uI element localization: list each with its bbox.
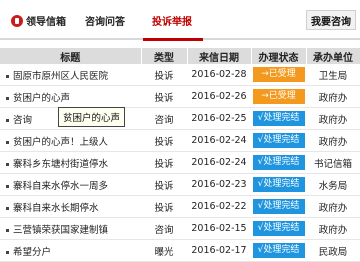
bullet-icon bbox=[6, 250, 9, 254]
row-title-link[interactable]: 咨询 bbox=[13, 115, 32, 126]
row-status-cell: √处理完结 bbox=[251, 217, 306, 240]
status-badge: √处理完结 bbox=[252, 243, 305, 258]
mail-logo-icon bbox=[11, 14, 23, 27]
row-status-cell: √处理完结 bbox=[251, 151, 306, 174]
row-date: 2016-02-25 bbox=[187, 107, 251, 130]
table-row[interactable]: 贫困户的心声！上级人 投诉 2016-02-24 √处理完结 政府办 bbox=[0, 129, 360, 152]
row-type: 投诉 bbox=[141, 173, 187, 196]
row-title-link[interactable]: 寨科乡东塘村街道停水 bbox=[13, 159, 108, 170]
row-title-cell[interactable]: 固原市原州区人民医院 bbox=[0, 64, 141, 86]
row-title-cell[interactable]: 贫困户的心声 bbox=[0, 85, 141, 108]
row-date: 2016-02-26 bbox=[187, 85, 251, 108]
row-status-cell: √处理完结 bbox=[251, 107, 306, 130]
row-unit: 政府办 bbox=[306, 85, 360, 108]
header-status: 办理状态 bbox=[251, 48, 307, 64]
bullet-icon bbox=[6, 206, 9, 210]
row-unit: 政府办 bbox=[306, 195, 360, 218]
table-header-row: 标题 类型 来信日期 办理状态 承办单位 bbox=[0, 48, 360, 64]
row-title-cell[interactable]: 三营镇荣获国家建制镇 bbox=[0, 217, 141, 240]
tab-complaint-report[interactable]: 投诉举报 bbox=[152, 13, 192, 28]
status-badge: √处理完结 bbox=[252, 199, 305, 214]
row-unit: 民政局 bbox=[306, 239, 360, 262]
table-row[interactable]: 寨科自来水停水一周多 投诉 2016-02-23 √处理完结 水务局 bbox=[0, 173, 360, 196]
row-date: 2016-02-28 bbox=[187, 64, 251, 86]
bullet-icon bbox=[6, 118, 9, 122]
row-status-cell: √处理完结 bbox=[251, 173, 306, 196]
row-type: 曝光 bbox=[141, 239, 187, 262]
row-title-cell[interactable]: 希望分户 bbox=[0, 239, 141, 262]
row-date: 2016-02-24 bbox=[187, 151, 251, 174]
tab-bar: 领导信箱 咨询问答 投诉举报 我要咨询 bbox=[0, 0, 360, 41]
row-title-link[interactable]: 希望分户 bbox=[13, 247, 51, 258]
row-unit: 书记信箱 bbox=[306, 151, 360, 174]
header-unit: 承办单位 bbox=[306, 48, 360, 64]
row-type: 咨询 bbox=[141, 107, 187, 130]
tab-label: 投诉举报 bbox=[152, 17, 192, 28]
tab-leader-mailbox[interactable]: 领导信箱 bbox=[11, 13, 66, 28]
row-date: 2016-02-23 bbox=[187, 173, 251, 196]
tab-consult-qa[interactable]: 咨询问答 bbox=[85, 13, 125, 28]
row-title-link[interactable]: 贫困户的心声！上级人 bbox=[13, 137, 108, 148]
status-badge: →已受理 bbox=[252, 67, 305, 82]
status-badge: √处理完结 bbox=[252, 155, 305, 170]
bullet-icon bbox=[6, 184, 9, 188]
row-unit: 政府办 bbox=[306, 107, 360, 130]
bullet-icon bbox=[6, 96, 9, 100]
bullet-icon bbox=[6, 228, 9, 232]
tab-label: 咨询问答 bbox=[85, 17, 125, 28]
header-type: 类型 bbox=[141, 48, 188, 64]
bullet-icon bbox=[6, 140, 9, 144]
row-status-cell: √处理完结 bbox=[251, 129, 306, 152]
row-type: 投诉 bbox=[141, 195, 187, 218]
row-type: 投诉 bbox=[141, 64, 187, 86]
bullet-icon bbox=[6, 74, 9, 78]
title-tooltip: 贫困户的心声 bbox=[58, 107, 126, 127]
bullet-icon bbox=[6, 162, 9, 166]
row-status-cell: →已受理 bbox=[251, 85, 306, 108]
row-title-link[interactable]: 贫困户的心声 bbox=[13, 93, 70, 104]
row-title-link[interactable]: 寨科自来水长期停水 bbox=[13, 203, 99, 214]
row-date: 2016-02-15 bbox=[187, 217, 251, 240]
table-row[interactable]: 三营镇荣获国家建制镇 咨询 2016-02-15 √处理完结 政府办 bbox=[0, 217, 360, 240]
row-type: 投诉 bbox=[141, 85, 187, 108]
row-title-cell[interactable]: 寨科乡东塘村街道停水 bbox=[0, 151, 141, 174]
row-date: 2016-02-22 bbox=[187, 195, 251, 218]
table-row[interactable]: 固原市原州区人民医院 投诉 2016-02-28 →已受理 卫生局 bbox=[0, 64, 360, 86]
table-row[interactable]: 希望分户 曝光 2016-02-17 √处理完结 民政局 bbox=[0, 239, 360, 262]
header-date: 来信日期 bbox=[187, 48, 252, 64]
row-type: 咨询 bbox=[141, 217, 187, 240]
active-tab-indicator bbox=[143, 38, 203, 41]
consult-button[interactable]: 我要咨询 bbox=[306, 10, 356, 30]
row-title-cell[interactable]: 寨科自来水长期停水 bbox=[0, 195, 141, 218]
row-type: 投诉 bbox=[141, 151, 187, 174]
status-badge: √处理完结 bbox=[252, 133, 305, 148]
row-title-cell[interactable]: 寨科自来水停水一周多 bbox=[0, 173, 141, 196]
row-title-link[interactable]: 寨科自来水停水一周多 bbox=[13, 181, 108, 192]
row-unit: 政府办 bbox=[306, 217, 360, 240]
table-row[interactable]: 寨科乡东塘村街道停水 投诉 2016-02-24 √处理完结 书记信箱 bbox=[0, 151, 360, 174]
row-status-cell: →已受理 bbox=[251, 64, 306, 86]
row-date: 2016-02-24 bbox=[187, 129, 251, 152]
table-row[interactable]: 贫困户的心声 投诉 2016-02-26 →已受理 政府办 bbox=[0, 85, 360, 108]
tab-label: 领导信箱 bbox=[26, 17, 66, 28]
row-type: 投诉 bbox=[141, 129, 187, 152]
complaints-table: 标题 类型 来信日期 办理状态 承办单位 固原市原州区人民医院 投诉 2016-02… bbox=[0, 48, 360, 262]
table-row[interactable]: 寨科自来水长期停水 投诉 2016-02-22 √处理完结 政府办 bbox=[0, 195, 360, 218]
row-status-cell: √处理完结 bbox=[251, 239, 306, 262]
row-status-cell: √处理完结 bbox=[251, 195, 306, 218]
row-title-link[interactable]: 三营镇荣获国家建制镇 bbox=[13, 225, 108, 236]
row-unit: 政府办 bbox=[306, 129, 360, 152]
status-badge: √处理完结 bbox=[252, 221, 305, 236]
row-unit: 水务局 bbox=[306, 173, 360, 196]
table-row[interactable]: 咨询 咨询 2016-02-25 √处理完结 政府办 bbox=[0, 107, 360, 130]
row-date: 2016-02-17 bbox=[187, 239, 251, 262]
status-badge: →已受理 bbox=[252, 89, 305, 104]
row-unit: 卫生局 bbox=[306, 64, 360, 86]
status-badge: √处理完结 bbox=[252, 111, 305, 126]
row-title-cell[interactable]: 贫困户的心声！上级人 bbox=[0, 129, 141, 152]
status-badge: √处理完结 bbox=[252, 177, 305, 192]
row-title-link[interactable]: 固原市原州区人民医院 bbox=[13, 71, 108, 82]
header-title: 标题 bbox=[0, 48, 142, 64]
